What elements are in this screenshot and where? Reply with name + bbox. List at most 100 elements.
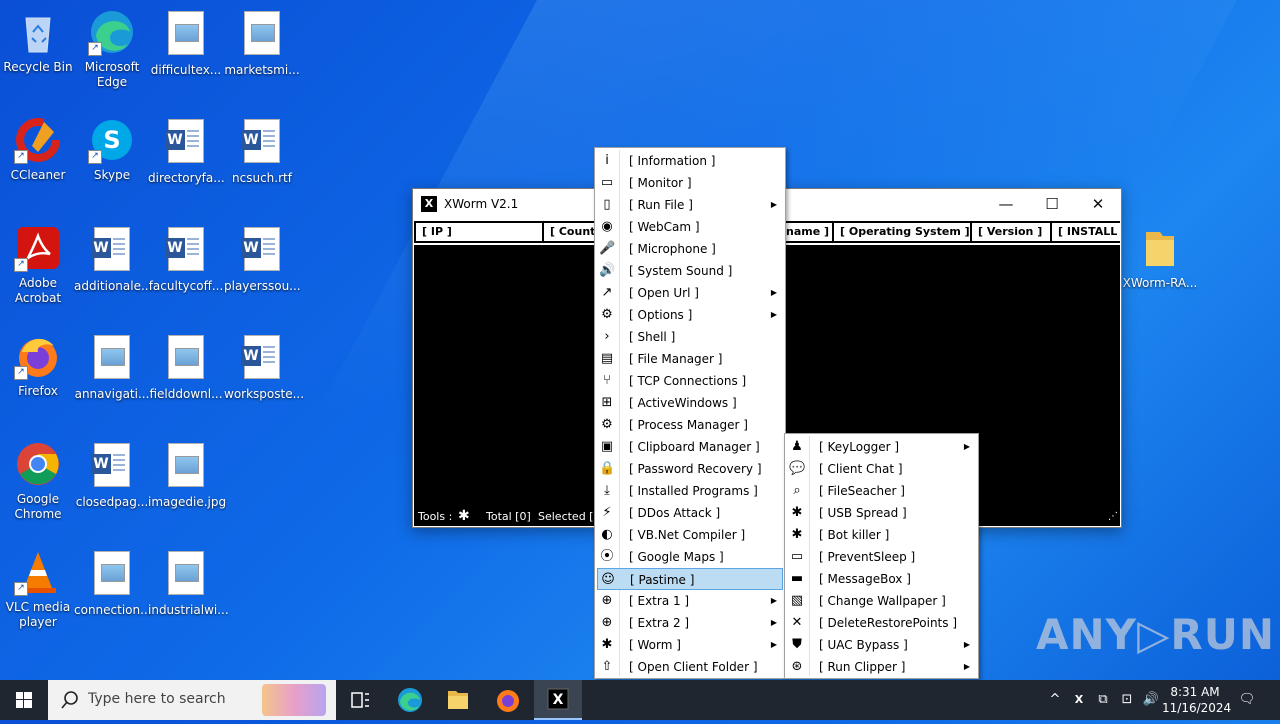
- menu-item[interactable]: 💬 [ Client Chat ]: [787, 458, 976, 480]
- menu-item[interactable]: ⌕ [ FileSeacher ]: [787, 480, 976, 502]
- desktop-icon-word-file[interactable]: W playerssou...: [224, 224, 301, 294]
- task-view-button[interactable]: [336, 680, 384, 720]
- desktop-icon-microsoft-edge[interactable]: ↗ Microsoft Edge: [74, 8, 150, 90]
- menu-item[interactable]: ⊛ [ Run Clipper ] ▶: [787, 656, 976, 678]
- menu-item[interactable]: ⚙ [ Options ] ▶: [597, 304, 783, 326]
- menu-item-label: [ Installed Programs ]: [629, 484, 758, 498]
- desktop-icon-label: directoryfa...: [148, 171, 225, 185]
- menu-item[interactable]: 🎤 [ Microphone ]: [597, 238, 783, 260]
- menu-item[interactable]: ✕ [ DeleteRestorePoints ]: [787, 612, 976, 634]
- desktop-icon-vlc[interactable]: ↗ VLC media player: [0, 548, 76, 630]
- xworm-tray-icon[interactable]: X: [1068, 680, 1090, 720]
- clipboard-icon: ▣: [600, 439, 614, 454]
- menu-item[interactable]: ↗ [ Open Url ] ▶: [597, 282, 783, 304]
- desktop-icon-image-file[interactable]: industrialwi...: [148, 548, 229, 618]
- desktop-icon-word-file[interactable]: W additionale...: [74, 224, 152, 294]
- taskbar-search-box[interactable]: Type here to search: [48, 680, 336, 720]
- task-view-icon: [351, 692, 369, 708]
- menu-item-label: [ Open Url ]: [629, 286, 699, 300]
- desktop-icon-ccleaner[interactable]: ↗ CCleaner: [0, 116, 76, 183]
- desktop-icon-image-file[interactable]: annavigati...: [74, 332, 150, 402]
- taskbar-edge[interactable]: [386, 680, 434, 720]
- column-header[interactable]: [ IP ]: [416, 223, 542, 241]
- menu-item[interactable]: i [ Information ]: [597, 150, 783, 172]
- show-hidden-icons-chevron-icon[interactable]: ^: [1044, 680, 1066, 720]
- menu-item-label: [ DeleteRestorePoints ]: [819, 616, 957, 630]
- menu-item[interactable]: ⊞ [ ActiveWindows ]: [597, 392, 783, 414]
- desktop-icon-skype[interactable]: S ↗ Skype: [74, 116, 150, 183]
- notification-icon[interactable]: 🗨: [1232, 680, 1262, 720]
- desktop-icon-recycle-bin[interactable]: Recycle Bin: [0, 8, 76, 75]
- menu-item-label: [ Change Wallpaper ]: [819, 594, 946, 608]
- ccleaner-icon: ↗: [14, 116, 62, 164]
- menu-item[interactable]: ☺ [ Pastime ]: [597, 568, 783, 590]
- clock[interactable]: 8:31 AM 11/16/2024: [1162, 680, 1231, 724]
- menu-item[interactable]: ⚡ [ DDos Attack ]: [597, 502, 783, 524]
- minimize-button[interactable]: —: [983, 189, 1029, 219]
- menu-item[interactable]: ⊕ [ Extra 1 ] ▶: [597, 590, 783, 612]
- total-count: Total [0]: [486, 510, 531, 523]
- taskbar-firefox[interactable]: [484, 680, 532, 720]
- desktop-icon-xworm-folder[interactable]: XWorm-RA...: [1122, 224, 1198, 291]
- volume-icon[interactable]: 🔊: [1140, 680, 1162, 720]
- image-file-icon: [162, 551, 210, 599]
- menu-item[interactable]: ▧ [ Change Wallpaper ]: [787, 590, 976, 612]
- maximize-button[interactable]: ☐: [1029, 189, 1075, 219]
- desktop-icon-adobe-acrobat[interactable]: ↗ Adobe Acrobat: [0, 224, 76, 306]
- menu-item[interactable]: › [ Shell ]: [597, 326, 783, 348]
- bolt-icon: ⚡: [602, 505, 612, 520]
- network-icon[interactable]: ⊡: [1116, 680, 1138, 720]
- menu-item-label: [ Bot killer ]: [819, 528, 890, 542]
- start-button[interactable]: [0, 680, 48, 720]
- menu-item-label: [ Pastime ]: [630, 573, 695, 587]
- menu-item[interactable]: ✱ [ Bot killer ]: [787, 524, 976, 546]
- menu-item[interactable]: ✱ [ Worm ] ▶: [597, 634, 783, 656]
- svg-text:X: X: [553, 692, 564, 708]
- desktop-icon-word-file[interactable]: W worksposte...: [224, 332, 304, 402]
- menu-item[interactable]: ◉ [ WebCam ]: [597, 216, 783, 238]
- desktop-icon-word-file[interactable]: W facultycoff...: [148, 224, 224, 294]
- edge-icon: [398, 688, 422, 712]
- menu-item[interactable]: ⤓ [ Installed Programs ]: [597, 480, 783, 502]
- shortcut-arrow-icon: ↗: [14, 150, 28, 164]
- menu-item[interactable]: ◐ [ VB.Net Compiler ]: [597, 524, 783, 546]
- tools-icon[interactable]: ✱: [458, 507, 470, 526]
- menu-item[interactable]: ⑂ [ TCP Connections ]: [597, 370, 783, 392]
- menu-item[interactable]: ▭ [ PreventSleep ]: [787, 546, 976, 568]
- menu-item[interactable]: ▯ [ Run File ] ▶: [597, 194, 783, 216]
- menu-item[interactable]: ⊕ [ Extra 2 ] ▶: [597, 612, 783, 634]
- close-button[interactable]: ✕: [1075, 189, 1121, 219]
- menu-item[interactable]: ⛊ [ UAC Bypass ] ▶: [787, 634, 976, 656]
- menu-item[interactable]: ♟ [ KeyLogger ] ▶: [787, 436, 976, 458]
- menu-item-label: [ Client Chat ]: [819, 462, 903, 476]
- resize-grip-icon[interactable]: ⋰: [1108, 507, 1118, 525]
- menu-item[interactable]: ⇧ [ Open Client Folder ]: [597, 656, 783, 678]
- device-icon[interactable]: ⧉: [1092, 680, 1114, 720]
- menu-item[interactable]: 🔊 [ System Sound ]: [597, 260, 783, 282]
- menu-item[interactable]: ⚙ [ Process Manager ]: [597, 414, 783, 436]
- desktop-icon-google-chrome[interactable]: Google Chrome: [0, 440, 76, 522]
- desktop-icon-image-file[interactable]: imagedie.jpg: [148, 440, 226, 510]
- menu-item[interactable]: ✱ [ USB Spread ]: [787, 502, 976, 524]
- desktop-icon-word-file[interactable]: W directoryfa...: [148, 116, 225, 186]
- desktop-icon-image-file[interactable]: difficultex...: [148, 8, 224, 78]
- desktop-icon-image-file[interactable]: marketsmi...: [224, 8, 300, 78]
- desktop-icon-image-file[interactable]: fielddownl...: [148, 332, 224, 402]
- desktop-icon-word-file[interactable]: W closedpag...: [74, 440, 150, 510]
- desktop-icon-firefox[interactable]: ↗ Firefox: [0, 332, 76, 399]
- taskbar-file-explorer[interactable]: [434, 680, 482, 720]
- menu-item[interactable]: 🔒 [ Password Recovery ]: [597, 458, 783, 480]
- menu-item[interactable]: ▣ [ Clipboard Manager ]: [597, 436, 783, 458]
- menu-item[interactable]: ▭ [ Monitor ]: [597, 172, 783, 194]
- menu-item[interactable]: ▤ [ File Manager ]: [597, 348, 783, 370]
- menu-item[interactable]: ▬ [ MessageBox ]: [787, 568, 976, 590]
- column-header[interactable]: [ Version ]: [972, 223, 1050, 241]
- column-header[interactable]: name ]: [786, 223, 832, 241]
- desktop-icon-label: Skype: [93, 168, 131, 182]
- desktop-icon-image-file[interactable]: connection...: [74, 548, 152, 618]
- taskbar-xworm[interactable]: X: [534, 680, 582, 720]
- menu-item[interactable]: ⦿ [ Google Maps ]: [597, 546, 783, 568]
- column-header[interactable]: [ INSTALL D: [1052, 223, 1120, 241]
- column-header[interactable]: [ Operating System ]: [834, 223, 970, 241]
- desktop-icon-word-file[interactable]: W ncsuch.rtf: [224, 116, 300, 186]
